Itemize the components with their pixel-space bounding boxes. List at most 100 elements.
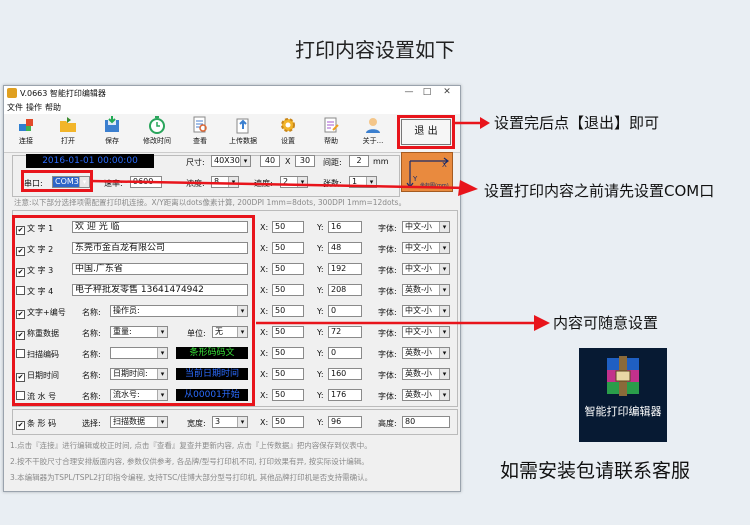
save-icon: [105, 116, 119, 132]
row-text2-font-label: 字体:: [378, 245, 397, 254]
row-text4-x-label: X:: [260, 286, 269, 295]
row-text4-y-input[interactable]: 208: [328, 284, 362, 296]
modify-time-button[interactable]: 修改时间: [137, 116, 177, 150]
menu-help[interactable]: 帮助: [45, 102, 61, 113]
exit-arrow: [454, 117, 490, 129]
connect-button[interactable]: 连接: [6, 116, 46, 150]
datetime-display: 2016-01-01 00:00:00: [26, 154, 154, 168]
connect-icon: [19, 119, 33, 131]
open-button[interactable]: 打开: [48, 116, 88, 150]
help-button[interactable]: 帮助: [311, 116, 351, 150]
folder-icon: [60, 117, 76, 132]
row-serial-y-input[interactable]: 176: [328, 389, 362, 401]
minimize-button[interactable]: —: [402, 87, 416, 97]
row-text4-font-label: 字体:: [378, 287, 397, 296]
row-datetime-font-label: 字体:: [378, 371, 397, 380]
row-text3-x-label: X:: [260, 265, 269, 274]
row-serial-y-label: Y:: [317, 391, 324, 400]
row-datetime-font-select[interactable]: 英数-小: [402, 368, 450, 380]
menu-bar: 文件 操作 帮助: [4, 101, 460, 114]
barcode-y-input[interactable]: 96: [328, 416, 362, 428]
app-shortcut-label: 智能打印编辑器: [584, 405, 662, 418]
checkbox[interactable]: ✔: [16, 421, 25, 430]
width-input[interactable]: 40: [260, 155, 280, 167]
barcode-select-label: 选择:: [82, 419, 101, 428]
row-scan-code-x-label: X:: [260, 349, 269, 358]
port-highlight: [21, 170, 93, 192]
barcode-width-select[interactable]: 3: [212, 416, 248, 428]
com-arrow: [89, 179, 478, 196]
row-text4-font-select[interactable]: 英数-小: [402, 284, 450, 296]
row-scan-code-font-label: 字体:: [378, 350, 397, 359]
row-text2-y-input[interactable]: 48: [328, 242, 362, 254]
row-text1-font-select[interactable]: 中文-小: [402, 221, 450, 233]
barcode-width-label: 宽度:: [187, 419, 206, 428]
row-scan-code-y-input[interactable]: 0: [328, 347, 362, 359]
row-text4-y-label: Y:: [317, 286, 324, 295]
row-serial-x-label: X:: [260, 391, 269, 400]
row-datetime-x-input[interactable]: 50: [272, 368, 304, 380]
barcode-y-label: Y:: [317, 418, 324, 427]
com-callout: 设置打印内容之前请先设置COM口: [484, 182, 715, 200]
menu-operate[interactable]: 操作: [26, 102, 42, 113]
height-input[interactable]: 30: [295, 155, 315, 167]
view-icon: [193, 116, 207, 133]
row-text2-y-label: Y:: [317, 244, 324, 253]
row-scan-code-x-input[interactable]: 50: [272, 347, 304, 359]
barcode-height-input[interactable]: 80: [402, 416, 450, 428]
editor-window: V.0663 智能打印编辑器 — □ ✕ 文件 操作 帮助 连接 打开 保存 修…: [3, 85, 461, 492]
close-button[interactable]: ✕: [440, 87, 454, 97]
upload-data-button[interactable]: 上传数据: [223, 116, 263, 150]
exit-highlight: [397, 115, 455, 149]
view-button[interactable]: 查看: [180, 116, 220, 150]
save-button[interactable]: 保存: [92, 116, 132, 150]
barcode-height-label: 高度:: [378, 419, 397, 428]
about-button[interactable]: 关于...: [353, 116, 393, 150]
barcode-x-input[interactable]: 50: [272, 416, 304, 428]
gap-label: 间距:: [323, 158, 342, 167]
row-text3-y-input[interactable]: 192: [328, 263, 362, 275]
row-text3-y-label: Y:: [317, 265, 324, 274]
page-headline: 打印内容设置如下: [295, 38, 455, 62]
row-serial-font-select[interactable]: 英数-小: [402, 389, 450, 401]
settings-button[interactable]: 设置: [268, 116, 308, 150]
size-separator: X: [285, 157, 291, 166]
clock-icon: [149, 116, 165, 134]
upload-icon: [236, 118, 249, 134]
app-icon: [7, 88, 17, 98]
title-bar: V.0663 智能打印编辑器 — □ ✕: [4, 86, 460, 101]
row-text1-font-label: 字体:: [378, 224, 397, 233]
row-datetime-x-label: X:: [260, 370, 269, 379]
row-serial-x-input[interactable]: 50: [272, 389, 304, 401]
row-text4-x-input[interactable]: 50: [272, 284, 304, 296]
row-text3-font-label: 字体:: [378, 266, 397, 275]
app-shortcut[interactable]: 智能打印编辑器: [579, 348, 667, 442]
row-text1-y-label: Y:: [317, 223, 324, 232]
exit-callout: 设置完后点【退出】即可: [494, 114, 660, 132]
content-highlight: [12, 215, 255, 406]
content-callout: 内容可随意设置: [553, 314, 659, 332]
footer-note-3: 3.本编辑器为TSPL/TSPL2打印指令编程, 支持TSC/佳博大部分型号打印…: [10, 473, 373, 482]
row-scan-code-y-label: Y:: [317, 349, 324, 358]
row-text2-x-input[interactable]: 50: [272, 242, 304, 254]
barcode-source-select[interactable]: 扫描数据: [110, 416, 168, 428]
row-text1-x-label: X:: [260, 223, 269, 232]
config-notice: 注意:以下部分选择项需配置打印机连接。X/Y距离以dots像素计算, 200DP…: [14, 198, 406, 207]
size-label: 尺寸:: [186, 158, 205, 167]
maximize-button[interactable]: □: [420, 87, 434, 97]
row-text3-font-select[interactable]: 中文-小: [402, 263, 450, 275]
row-text2-font-select[interactable]: 中文-小: [402, 242, 450, 254]
row-serial-font-label: 字体:: [378, 392, 397, 401]
row-datetime-y-input[interactable]: 160: [328, 368, 362, 380]
row-text3-x-input[interactable]: 50: [272, 263, 304, 275]
row-text1-y-input[interactable]: 16: [328, 221, 362, 233]
size-select[interactable]: 40X30: [211, 155, 251, 167]
row-text1-x-input[interactable]: 50: [272, 221, 304, 233]
gap-input[interactable]: 2: [349, 155, 369, 167]
user-icon: [366, 118, 380, 133]
menu-file[interactable]: 文件: [7, 102, 23, 113]
row-scan-code-font-select[interactable]: 英数-小: [402, 347, 450, 359]
service-text: 如需安装包请联系客服: [500, 460, 691, 482]
footer-note-2: 2.按不干胶尺寸合理安排版面内容, 参数仅供参考, 各品牌/型号打印机不同, 打…: [10, 457, 369, 466]
barcode-check[interactable]: ✔ 条 形 码: [16, 418, 56, 430]
